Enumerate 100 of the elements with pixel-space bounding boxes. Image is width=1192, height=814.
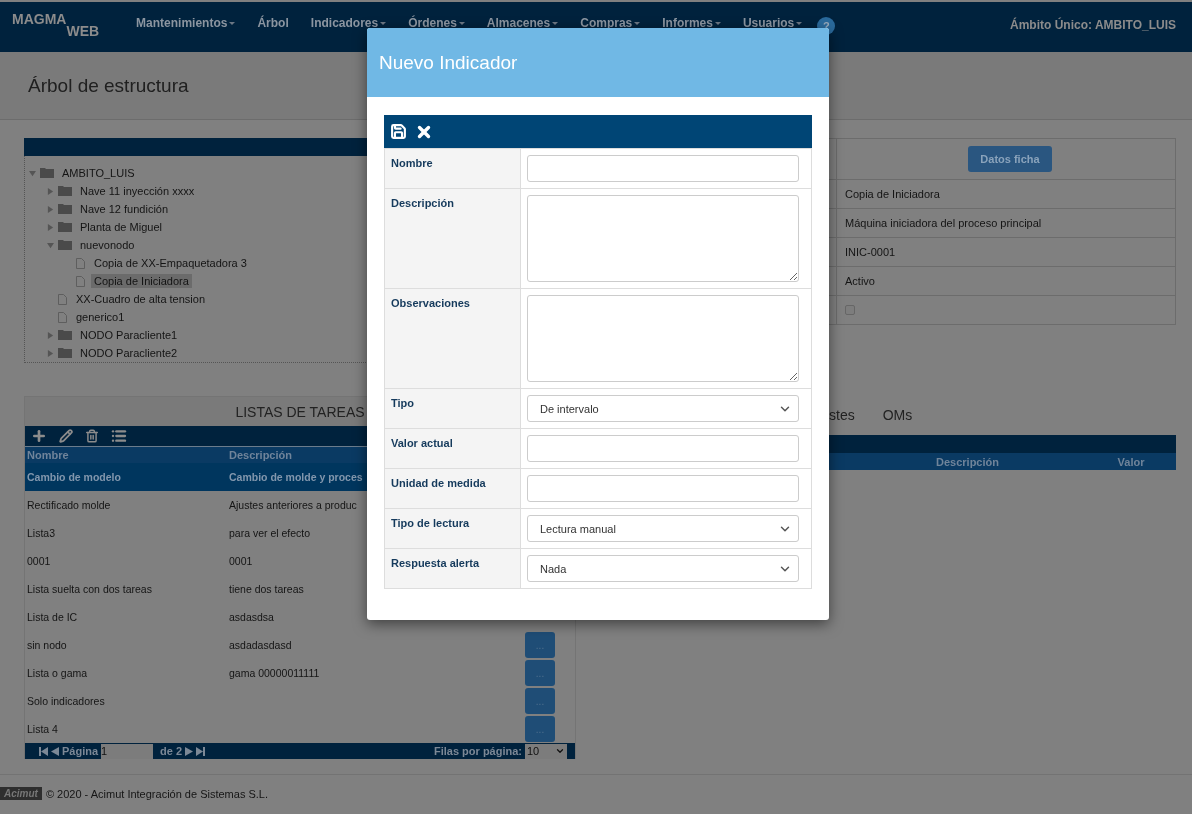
text-field[interactable] [527, 155, 799, 182]
table-cell: gama 00000011111 [229, 667, 320, 679]
text-area[interactable] [527, 295, 799, 382]
menu-item[interactable]: Árbol [246, 16, 300, 30]
save-icon[interactable] [390, 123, 407, 140]
dialog-title: Nuevo Indicador [379, 51, 518, 74]
dropdown[interactable]: Nada [527, 555, 799, 582]
table-cell: asdadasdasd [229, 639, 292, 651]
field-label: Descripción [385, 189, 521, 288]
tree-node[interactable]: Copia de XX-Empaquetadora 3 [91, 256, 250, 270]
expand-arrow-icon[interactable] [47, 349, 54, 357]
folder-icon [40, 168, 54, 178]
rows-per-page-label: Filas por página: [434, 745, 522, 757]
text-field[interactable] [527, 435, 799, 462]
folder-icon [58, 348, 72, 358]
page-input[interactable]: 1 [101, 743, 154, 759]
tree-node[interactable]: NODO Paracliente1 [77, 328, 181, 342]
menu-item[interactable]: Usuarios [731, 16, 814, 30]
table-cell: Cambio de modelo [27, 471, 121, 483]
tree-node[interactable]: AMBITO_LUIS [59, 166, 138, 180]
field-label: Observaciones [385, 289, 521, 388]
pencil-icon[interactable] [59, 429, 73, 443]
table-cell: 0001 [27, 555, 51, 567]
detail-value: Copia de Iniciadora [845, 188, 940, 200]
list-icon[interactable] [111, 428, 127, 444]
detail-value: Activo [845, 275, 875, 287]
trash-icon[interactable] [85, 429, 99, 443]
expand-arrow-icon[interactable] [47, 205, 54, 213]
tree-node[interactable]: generico1 [73, 310, 128, 324]
chevron-down-icon [555, 746, 565, 756]
collapse-arrow-icon[interactable] [29, 169, 36, 177]
expand-arrow-icon[interactable] [47, 187, 54, 195]
table-cell: Ajustes anteriores a produc [229, 499, 357, 511]
tree-node[interactable]: Copia de Iniciadora [91, 274, 192, 288]
table-cell: sin nodo [27, 639, 67, 651]
page-count: de 2 [160, 745, 183, 757]
tab[interactable]: OMs [882, 407, 913, 423]
table-cell: Lista de IC [27, 611, 78, 623]
field-label: Respuesta alerta [385, 549, 521, 588]
field-label: Valor actual [385, 429, 521, 468]
field-label: Nombre [385, 149, 521, 188]
table-cell: Lista 4 [27, 723, 58, 735]
folder-icon [58, 222, 72, 232]
page-title: Árbol de estructura [28, 74, 189, 97]
dropdown[interactable]: De intervalo [527, 395, 799, 422]
scope-label: Ámbito Único: AMBITO_LUIS [1010, 18, 1176, 32]
last-page-icon[interactable] [196, 746, 206, 756]
folder-icon [58, 186, 72, 196]
table-cell: Solo indicadores [27, 695, 105, 707]
folder-icon [58, 330, 72, 340]
tree-node[interactable]: nuevonodo [77, 238, 138, 252]
menu-item[interactable]: Almacenes [475, 16, 570, 30]
next-page-icon[interactable] [185, 746, 194, 756]
folder-icon [58, 204, 72, 214]
field-label: Tipo [385, 389, 521, 428]
menu-item[interactable]: Informes [651, 16, 732, 30]
tree-node[interactable]: NODO Paracliente2 [77, 346, 181, 360]
logo[interactable]: MAGMA WEB [12, 11, 100, 43]
page-label: Página [62, 745, 99, 757]
folder-icon [58, 240, 72, 250]
first-page-icon[interactable] [39, 746, 48, 756]
tree-node[interactable]: XX-Cuadro de alta tension [73, 292, 209, 306]
company-logo: Acimut [0, 787, 42, 800]
tree-node[interactable]: Planta de Miguel [77, 220, 165, 234]
menu-item[interactable]: Órdenes [397, 16, 476, 30]
table-cell: asdasdsa [229, 611, 274, 623]
checkbox[interactable] [845, 305, 855, 315]
add-icon[interactable] [31, 428, 47, 444]
menu-item[interactable]: Indicadores [299, 16, 398, 30]
tree-node[interactable]: Nave 12 fundición [77, 202, 172, 216]
menu-item[interactable]: Mantenimientos [125, 16, 247, 30]
column-header: Nombre [27, 449, 70, 461]
text-area[interactable] [527, 195, 799, 282]
previous-page-icon[interactable] [51, 746, 59, 756]
tab[interactable]: stes [829, 407, 855, 423]
detail-value: Máquina iniciadora del proceso principal [845, 217, 1042, 229]
table-cell: Lista suelta con dos tareas [27, 583, 152, 595]
table-cell: Lista o gama [27, 667, 88, 679]
column-header: Descripción [935, 455, 1000, 468]
collapse-arrow-icon[interactable] [47, 241, 54, 249]
copyright-text: © 2020 - Acimut Integración de Sistemas S.L. [45, 787, 268, 800]
column-header: Valor [1116, 455, 1146, 468]
table-cell: 0001 [229, 555, 253, 567]
table-cell: Cambio de molde y proces [229, 471, 363, 483]
table-cell: Rectificado molde [27, 499, 111, 511]
tree-node[interactable]: Nave 11 inyección xxxx [77, 184, 198, 198]
table-cell: tiene dos tareas [229, 583, 304, 595]
detail-value: INIC-0001 [845, 246, 896, 258]
datos-ficha-button[interactable]: Datos ficha [968, 146, 1052, 172]
expand-arrow-icon[interactable] [47, 223, 54, 231]
dropdown[interactable]: Lectura manual [527, 515, 799, 542]
text-field[interactable] [527, 475, 799, 502]
menu-item[interactable]: Compras [569, 16, 652, 30]
field-label: Tipo de lectura [385, 509, 521, 548]
rows-per-page-select[interactable]: 10 [525, 743, 567, 759]
field-label: Unidad de medida [385, 469, 521, 508]
panel-title: LISTAS DE TAREAS [235, 403, 365, 420]
column-header: Descripción [229, 449, 293, 461]
expand-arrow-icon[interactable] [47, 331, 54, 339]
table-cell: para ver el efecto [229, 527, 311, 539]
